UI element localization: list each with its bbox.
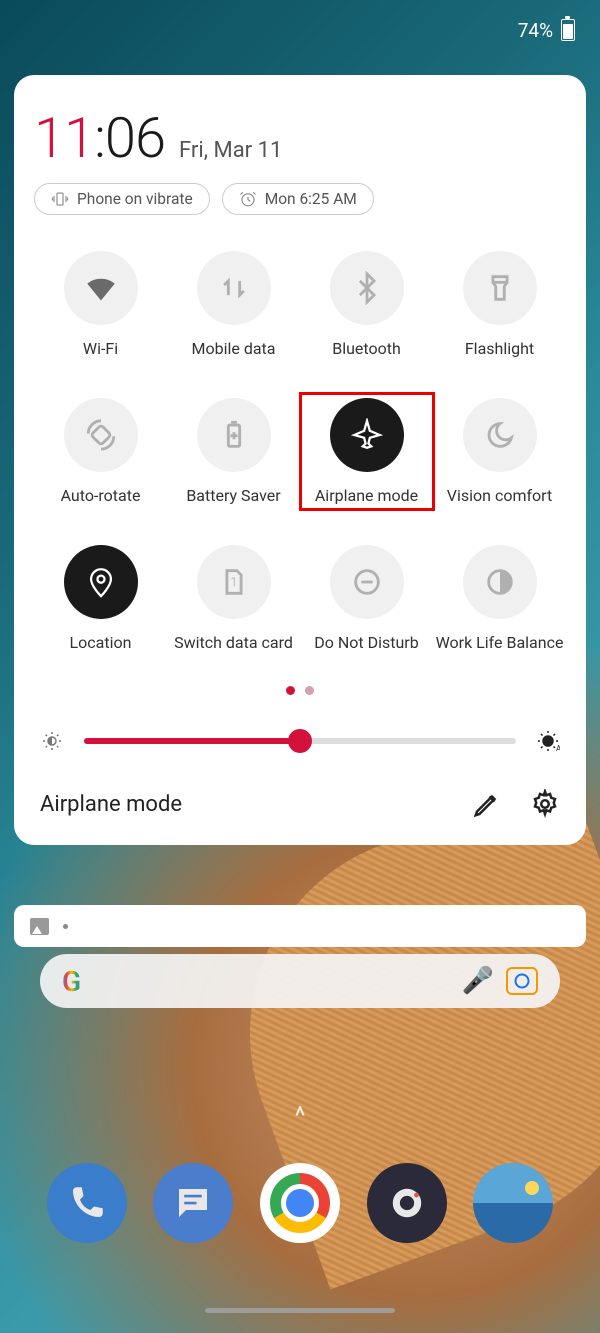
battery-percent: 74%: [518, 19, 553, 42]
battery-saver-icon: [217, 418, 251, 452]
work-life-balance-label: Work Life Balance: [436, 633, 564, 652]
tile-mobile-data: Mobile data: [167, 251, 300, 358]
notification-bar[interactable]: [14, 905, 586, 947]
wifi-toggle[interactable]: [64, 251, 138, 325]
battery-icon: [561, 19, 575, 41]
tile-bluetooth: Bluetooth: [300, 251, 433, 358]
svg-text:1: 1: [230, 575, 237, 590]
camera-app[interactable]: [367, 1163, 447, 1243]
alarm-icon: [239, 190, 257, 208]
clock[interactable]: 11:06: [34, 105, 165, 171]
tile-dnd: Do Not Disturb: [300, 545, 433, 652]
panel-footer: Airplane mode: [34, 789, 566, 825]
notif-dot: [63, 924, 68, 929]
vision-comfort-label: Vision comfort: [447, 486, 552, 505]
dnd-toggle[interactable]: [330, 545, 404, 619]
brightness-slider[interactable]: [84, 738, 516, 744]
vision-comfort-toggle[interactable]: [463, 398, 537, 472]
work-life-balance-toggle[interactable]: [463, 545, 537, 619]
dock: [0, 1163, 600, 1243]
tile-battery-saver: Battery Saver: [167, 398, 300, 505]
clock-minutes: 06: [105, 105, 165, 171]
gallery-app[interactable]: [473, 1163, 553, 1243]
clock-row[interactable]: 11:06 Fri, Mar 11: [34, 105, 566, 171]
location-icon: [84, 565, 118, 599]
auto-rotate-toggle[interactable]: [64, 398, 138, 472]
picture-icon: [30, 918, 49, 935]
bluetooth-label: Bluetooth: [332, 339, 401, 358]
settings-icon[interactable]: [530, 789, 560, 819]
bluetooth-toggle[interactable]: [330, 251, 404, 325]
dnd-label: Do Not Disturb: [314, 633, 418, 652]
alarm-chip[interactable]: Mon 6:25 AM: [222, 183, 374, 215]
chrome-app[interactable]: [260, 1163, 340, 1243]
nav-bar-handle[interactable]: [205, 1308, 395, 1313]
wifi-label: Wi-Fi: [83, 339, 118, 358]
tile-flashlight: Flashlight: [433, 251, 566, 358]
google-search-bar[interactable]: G 🎤: [40, 954, 560, 1008]
battery-saver-toggle[interactable]: [197, 398, 271, 472]
page-indicator: [34, 686, 566, 695]
tile-location: Location: [34, 545, 167, 652]
clock-hours: 11: [34, 105, 94, 171]
tile-airplane-mode: Airplane mode: [300, 398, 433, 505]
flashlight-icon: [483, 271, 517, 305]
work-life-balance-icon: [483, 565, 517, 599]
wifi-icon: [84, 271, 118, 305]
tile-switch-data-card: 1 Switch data card: [167, 545, 300, 652]
app-drawer-handle[interactable]: ^: [295, 1102, 306, 1132]
flashlight-toggle[interactable]: [463, 251, 537, 325]
moon-icon: [483, 418, 517, 452]
brightness-low-icon: [40, 729, 64, 753]
microphone-icon[interactable]: 🎤: [462, 966, 494, 996]
airplane-highlight-box: [299, 392, 435, 511]
battery-saver-label: Battery Saver: [186, 486, 280, 505]
phone-app[interactable]: [47, 1163, 127, 1243]
date-label[interactable]: Fri, Mar 11: [179, 138, 282, 163]
auto-rotate-label: Auto-rotate: [61, 486, 141, 505]
switch-data-card-label: Switch data card: [174, 633, 293, 652]
vibrate-icon: [51, 190, 69, 208]
status-bar: 74%: [0, 0, 600, 60]
vibrate-chip-label: Phone on vibrate: [77, 190, 193, 208]
flashlight-label: Flashlight: [465, 339, 534, 358]
edit-icon[interactable]: [472, 789, 502, 819]
camera-app-icon: [388, 1184, 426, 1222]
vibrate-chip[interactable]: Phone on vibrate: [34, 183, 210, 215]
tile-work-life-balance: Work Life Balance: [433, 545, 566, 652]
alarm-chip-label: Mon 6:25 AM: [265, 190, 357, 208]
mobile-data-icon: [217, 271, 251, 305]
brightness-fill: [84, 738, 300, 744]
brightness-thumb[interactable]: [288, 729, 312, 753]
page-dot-1[interactable]: [286, 686, 295, 695]
status-chips: Phone on vibrate Mon 6:25 AM: [34, 183, 566, 215]
bluetooth-icon: [350, 271, 384, 305]
tile-vision-comfort: Vision comfort: [433, 398, 566, 505]
tile-auto-rotate: Auto-rotate: [34, 398, 167, 505]
switch-data-card-toggle[interactable]: 1: [197, 545, 271, 619]
clock-colon: :: [94, 105, 105, 171]
messages-app[interactable]: [153, 1163, 233, 1243]
brightness-auto-icon[interactable]: A: [536, 729, 560, 753]
sim-icon: 1: [217, 565, 251, 599]
footer-title: Airplane mode: [40, 792, 182, 817]
dnd-icon: [350, 565, 384, 599]
svg-text:A: A: [556, 744, 560, 753]
brightness-row: A: [34, 729, 566, 753]
page-dot-2[interactable]: [305, 686, 314, 695]
google-logo-icon: G: [62, 965, 81, 998]
location-label: Location: [70, 633, 132, 652]
location-toggle[interactable]: [64, 545, 138, 619]
mobile-data-label: Mobile data: [192, 339, 276, 358]
auto-rotate-icon: [84, 418, 118, 452]
messages-icon: [172, 1182, 214, 1224]
phone-icon: [66, 1182, 108, 1224]
mobile-data-toggle[interactable]: [197, 251, 271, 325]
camera-icon[interactable]: [506, 967, 538, 995]
tiles-grid: Wi-Fi Mobile data Bluetooth Flashlight A: [34, 251, 566, 652]
tile-wifi: Wi-Fi: [34, 251, 167, 358]
quick-settings-panel: 11:06 Fri, Mar 11 Phone on vibrate Mon 6…: [14, 75, 586, 845]
